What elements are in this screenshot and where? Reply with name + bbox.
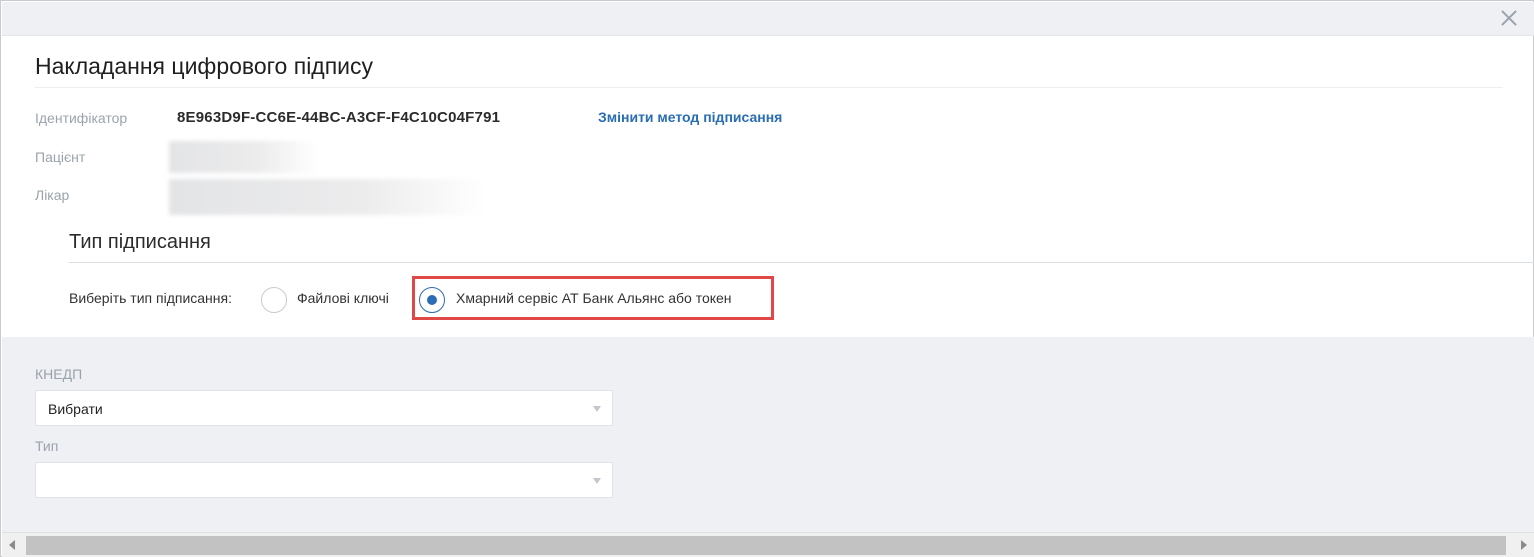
dialog-title: Накладання цифрового підпису xyxy=(35,53,374,79)
identifier-label: Ідентифікатор xyxy=(35,110,128,126)
scroll-left-icon[interactable] xyxy=(9,540,15,550)
knedp-select-value: Вибрати xyxy=(48,401,103,417)
choose-signing-type-label: Виберіть тип підписання: xyxy=(69,290,232,306)
type-select[interactable] xyxy=(35,462,613,498)
highlight-box xyxy=(412,276,774,320)
close-icon[interactable] xyxy=(1498,6,1520,28)
section-divider xyxy=(69,262,1534,263)
type-label: Тип xyxy=(35,438,59,454)
patient-label: Пацієнт xyxy=(35,149,86,165)
chevron-down-icon xyxy=(593,478,601,484)
option-file-keys-label[interactable]: Файлові ключі xyxy=(297,290,389,306)
form-panel xyxy=(2,337,1534,532)
scrollbar-thumb[interactable] xyxy=(26,536,1506,555)
dialog-header-bar xyxy=(2,2,1534,36)
title-divider xyxy=(35,87,1503,88)
knedp-select[interactable]: Вибрати xyxy=(35,390,613,426)
dialog-window: Накладання цифрового підпису Ідентифікат… xyxy=(0,0,1534,557)
change-signing-method-link[interactable]: Змінити метод підписання xyxy=(598,109,782,125)
knedp-label: КНЕДП xyxy=(35,366,83,382)
horizontal-scrollbar[interactable] xyxy=(2,532,1534,557)
patient-value-redacted xyxy=(169,141,319,173)
doctor-label: Лікар xyxy=(35,187,70,203)
scroll-right-icon[interactable] xyxy=(1521,540,1527,550)
identifier-value: 8E963D9F-CC6E-44BC-A3CF-F4C10C04F791 xyxy=(177,109,501,126)
radio-file-keys[interactable] xyxy=(261,287,287,313)
doctor-value-redacted xyxy=(169,179,489,215)
chevron-down-icon xyxy=(593,406,601,412)
signing-type-title: Тип підписання xyxy=(69,231,211,253)
